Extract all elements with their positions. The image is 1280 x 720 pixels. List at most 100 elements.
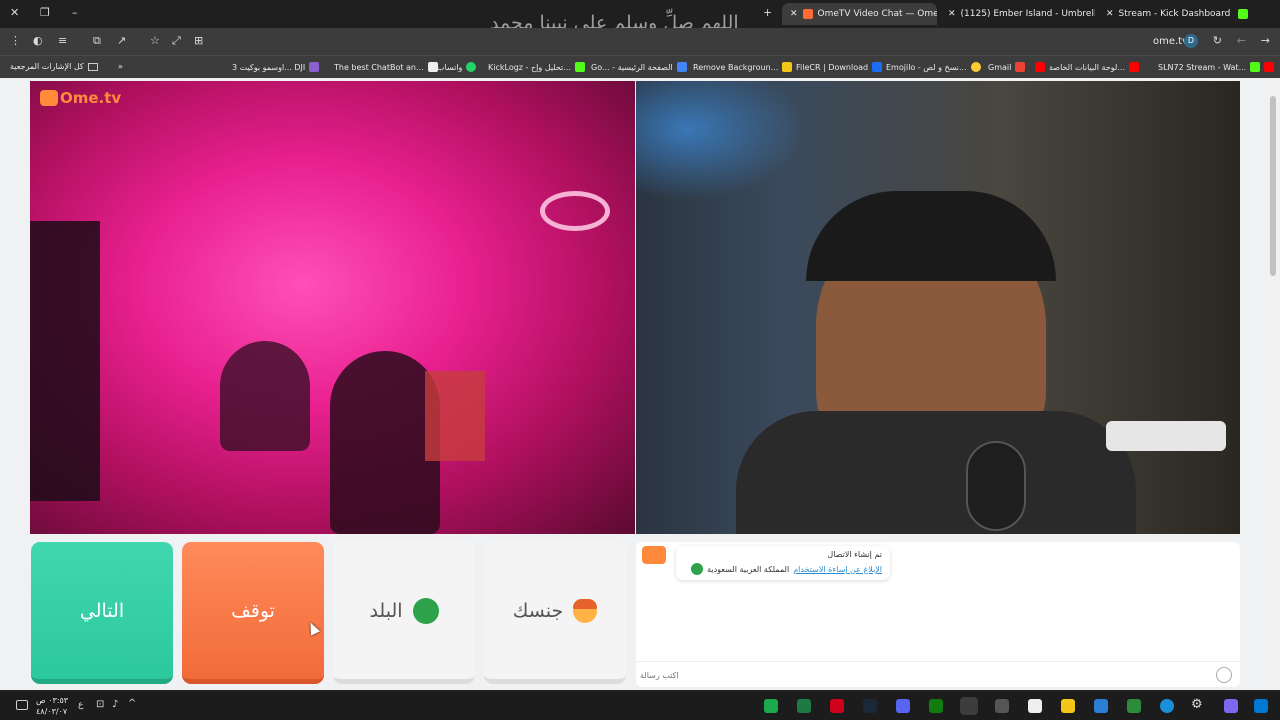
- minimize-window-icon[interactable]: –: [72, 6, 78, 19]
- youtube-icon: [1264, 62, 1275, 72]
- bookmark-removebg[interactable]: Remove Backgroun...: [693, 62, 793, 72]
- tray-chevron-icon[interactable]: ^: [128, 698, 136, 709]
- ometv-logo: Ome.tv: [40, 89, 121, 107]
- new-tab-icon[interactable]: +: [763, 6, 772, 19]
- tab-youtube[interactable]: ✕ (1125) Ember Island - Umbrella: [940, 3, 1095, 25]
- connection-status: تم إنشاء الاتصال: [827, 550, 882, 559]
- microphone: [966, 441, 1026, 531]
- logo-text: Ome.tv: [60, 89, 122, 107]
- settings-gear-icon[interactable]: ⚙: [1191, 697, 1203, 712]
- country-button[interactable]: البلد: [333, 542, 475, 684]
- next-button[interactable]: التالي: [31, 542, 173, 684]
- menu-icon[interactable]: ⋮: [10, 35, 21, 46]
- extensions-puzzle-icon[interactable]: ⧉: [93, 35, 101, 46]
- mic-arm: [1106, 421, 1226, 451]
- bookmark-label: لوحة البيانات الخاصة...: [1049, 62, 1125, 72]
- system-clock[interactable]: ٠٣:٥٣ ص ٤٨/٠٣/٠٧: [36, 695, 68, 717]
- close-tab-icon[interactable]: ✕: [790, 9, 798, 19]
- bookmark-favicon-icon: [872, 62, 883, 72]
- clock-date: ٤٨/٠٣/٠٧: [36, 707, 68, 716]
- edge-icon[interactable]: [1160, 699, 1174, 713]
- close-tab-icon[interactable]: ✕: [948, 9, 956, 19]
- page-scrollbar[interactable]: [1268, 84, 1278, 682]
- windows-taskbar: ٠٣:٥٣ ص ٤٨/٠٣/٠٧ ع ⊡ ♪ ^ ⚙: [0, 692, 1280, 720]
- close-tab-icon[interactable]: ✕: [1106, 9, 1114, 19]
- tab-label: OmeTV Video Chat — Ome: [817, 9, 937, 19]
- gender-button[interactable]: جنسك: [484, 542, 626, 684]
- kick-icon: [1250, 62, 1261, 72]
- bookmark-filecr[interactable]: FileCR | Download: [796, 62, 883, 72]
- bookmark-whatsapp[interactable]: واتساب: [437, 62, 477, 72]
- next-label: التالي: [79, 599, 125, 622]
- obs-icon[interactable]: [995, 699, 1009, 713]
- chat-panel: تم إنشاء الاتصال الإبلاغ عن إساءة الاستخ…: [636, 542, 1240, 687]
- steam-icon[interactable]: [863, 699, 877, 713]
- bookmark-chatbot[interactable]: The best ChatBot an...: [334, 62, 438, 72]
- tab-kick[interactable]: ✕ Stream - Kick Dashboard: [1098, 3, 1258, 25]
- close-window-icon[interactable]: ✕: [10, 6, 19, 19]
- media-control-icon[interactable]: ≡: [58, 35, 67, 46]
- xbox-icon[interactable]: [929, 699, 943, 713]
- start-icon[interactable]: [1254, 699, 1268, 713]
- bookmark-label: Go... - الصفحة الرئيسية: [591, 62, 673, 72]
- bookmark-sln72[interactable]: SLN72 Stream - Wat...: [1158, 62, 1275, 72]
- scrollbar-thumb[interactable]: [1270, 96, 1276, 276]
- emoji-picker-icon[interactable]: [1216, 667, 1232, 683]
- discord-icon[interactable]: [896, 699, 910, 713]
- gmail-icon: [1015, 62, 1026, 72]
- network-icon[interactable]: ⊡: [96, 699, 104, 710]
- pc-case: [30, 221, 100, 501]
- address-bar-domain[interactable]: ome.tv: [1153, 36, 1188, 47]
- stranger-video: Ome.tv: [30, 81, 635, 534]
- poster-image: [425, 371, 485, 461]
- bookmark-google[interactable]: Go... - الصفحة الرئيسية: [591, 62, 687, 72]
- volume-icon[interactable]: ♪: [112, 699, 118, 710]
- bookmark-favicon-icon: [309, 62, 320, 72]
- profile-avatar[interactable]: D: [1184, 34, 1198, 48]
- share-icon[interactable]: ↗: [117, 35, 126, 46]
- file-explorer-icon[interactable]: [1061, 699, 1075, 713]
- translate-icon[interactable]: ⊞: [194, 35, 203, 46]
- ometv-logo-icon: [40, 90, 58, 106]
- acrobat-icon[interactable]: [830, 699, 844, 713]
- language-indicator[interactable]: ع: [78, 700, 83, 710]
- tab-ometv[interactable]: ✕ OmeTV Video Chat — Ome: [782, 3, 937, 25]
- bookmark-label: اوسمو بوكيت 3... DJI: [232, 62, 306, 72]
- bookmark-emojilo[interactable]: Emojilo - نسخ و لص...: [886, 62, 981, 72]
- back-icon[interactable]: →: [1261, 35, 1270, 46]
- outlook-icon[interactable]: [1094, 699, 1108, 713]
- bookmark-label: KickLogz - تحليل وإح...: [488, 62, 571, 72]
- screenshot-icon[interactable]: ⤢: [172, 35, 181, 46]
- restore-window-icon[interactable]: ❐: [40, 6, 50, 19]
- youtube-icon: [1129, 62, 1139, 72]
- bookmark-dji[interactable]: اوسمو بوكيت 3... DJI: [232, 62, 320, 72]
- taskbar-app-icon[interactable]: [764, 699, 778, 713]
- chevron-double-icon[interactable]: »: [118, 62, 123, 71]
- reload-icon[interactable]: ↻: [1213, 35, 1222, 46]
- forward-icon[interactable]: ←: [1237, 35, 1246, 46]
- bookmark-kicklogz[interactable]: KickLogz - تحليل وإح...: [488, 62, 585, 72]
- chrome-icon[interactable]: [960, 697, 978, 715]
- bookmark-gmail[interactable]: Gmail: [988, 62, 1026, 72]
- stop-button[interactable]: توقف: [182, 542, 324, 684]
- bookmark-star-icon[interactable]: ☆: [150, 35, 160, 46]
- bookmark-label: Remove Backgroun...: [693, 62, 779, 72]
- bookmark-dashboard[interactable]: لوحة البيانات الخاصة...: [1035, 62, 1139, 72]
- report-abuse-link[interactable]: الإبلاغ عن إساءة الاستخدام: [793, 565, 882, 574]
- ometv-favicon-icon: [802, 9, 813, 19]
- notification-icon[interactable]: [16, 700, 28, 710]
- extension-icon[interactable]: ◐: [33, 35, 43, 46]
- streamer-hair: [806, 191, 1056, 281]
- excel-icon[interactable]: [797, 699, 811, 713]
- boy-emoji-icon: [573, 598, 598, 623]
- bookmark-all[interactable]: كل الإشارات المرجعية: [10, 62, 98, 71]
- copilot-icon[interactable]: [1224, 699, 1238, 713]
- stop-label: توقف: [231, 599, 275, 622]
- country-label: البلد: [369, 599, 403, 622]
- bookmark-favicon-icon: [782, 62, 793, 72]
- self-video: [636, 81, 1240, 534]
- notepad-icon[interactable]: [1028, 699, 1042, 713]
- streamer-shirt: [736, 411, 1136, 534]
- message-input[interactable]: [640, 666, 1210, 684]
- store-icon[interactable]: [1127, 699, 1141, 713]
